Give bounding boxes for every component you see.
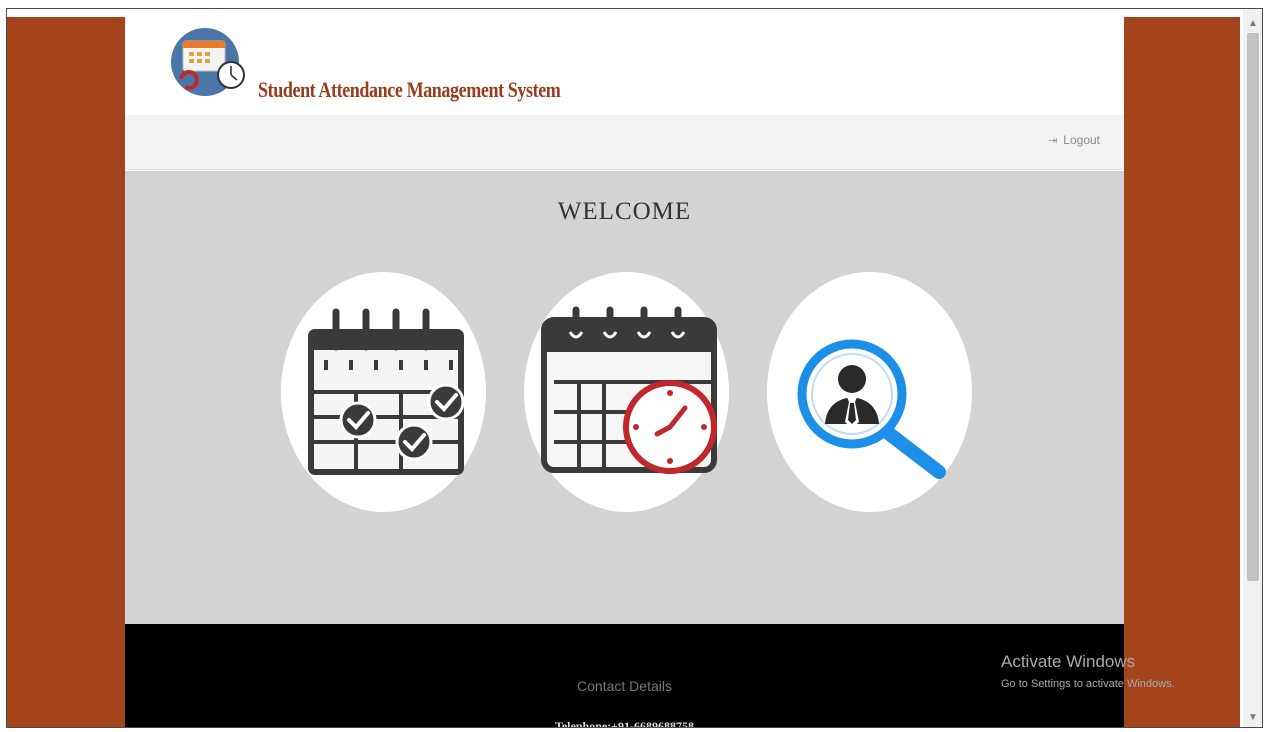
logout-label: Logout xyxy=(1063,133,1100,147)
welcome-heading: WELCOME xyxy=(557,198,692,225)
watermark-title: Activate Windows xyxy=(1001,652,1136,671)
scroll-down-arrow-icon[interactable]: ▼ xyxy=(1243,711,1262,725)
right-side-panel xyxy=(1124,17,1240,727)
top-navbar: ⇥ Logout xyxy=(125,115,1124,170)
mark-attendance-tile[interactable] xyxy=(281,272,486,512)
site-header: Student Attendance Management System xyxy=(125,17,1124,115)
contact-details-heading: Contact Details xyxy=(577,678,672,694)
watermark-subtitle: Go to Settings to activate Windows. xyxy=(1001,678,1175,690)
calendar-clock-icon xyxy=(541,306,717,474)
user-search-icon xyxy=(797,339,946,479)
calendar-checkmarks-icon xyxy=(308,308,465,475)
calendar-clock-logo-icon xyxy=(171,28,245,96)
scrollbar-thumb[interactable] xyxy=(1247,33,1259,581)
view-attendance-tile[interactable] xyxy=(524,272,729,512)
search-student-tile[interactable] xyxy=(767,272,972,512)
logout-link[interactable]: ⇥ Logout xyxy=(1048,133,1100,147)
browser-viewport: Student Attendance Management System ⇥ L… xyxy=(6,8,1263,728)
vertical-scrollbar[interactable]: ▲ ▼ xyxy=(1243,9,1262,727)
scroll-up-arrow-icon[interactable]: ▲ xyxy=(1243,17,1262,31)
site-footer: Contact Details Telephone:+91-6689688758 xyxy=(125,624,1124,728)
left-side-panel xyxy=(7,17,125,727)
page-container: Student Attendance Management System ⇥ L… xyxy=(125,17,1124,728)
sign-out-icon: ⇥ xyxy=(1048,134,1058,147)
telephone-number: Telephone:+91-6689688758 xyxy=(554,719,695,728)
site-title: Student Attendance Management System xyxy=(258,77,561,102)
welcome-section: WELCOME xyxy=(125,171,1124,624)
activate-windows-watermark: Activate Windows Go to Settings to activ… xyxy=(1001,652,1175,690)
